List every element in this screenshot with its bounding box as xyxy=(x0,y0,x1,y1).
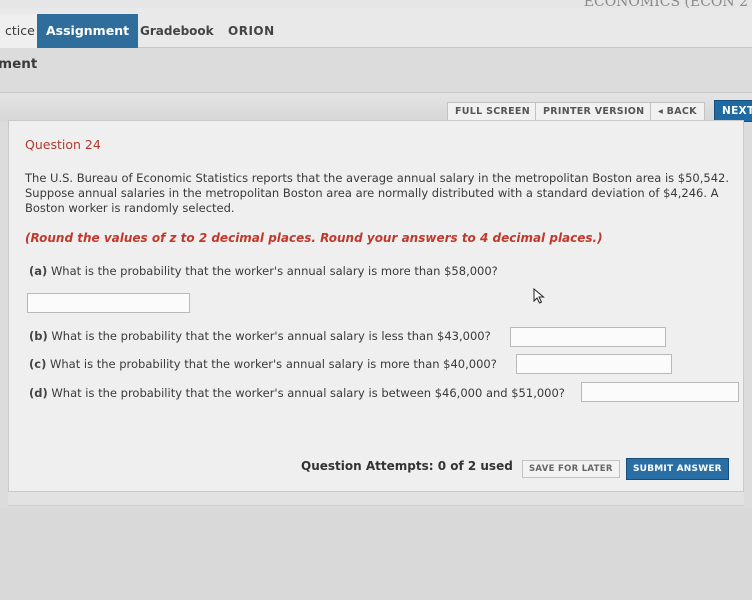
page-bottom xyxy=(0,508,752,600)
part-a-label: (a) xyxy=(29,264,48,278)
full-screen-button[interactable]: FULL SCREEN xyxy=(447,102,538,122)
tab-gradebook[interactable]: Gradebook xyxy=(131,14,223,48)
save-for-later-button[interactable]: SAVE FOR LATER xyxy=(522,460,620,478)
tab-bar: ctice Assignment Gradebook ORION xyxy=(0,8,752,48)
part-a-prompt: (a) What is the probability that the wor… xyxy=(29,264,498,278)
question-title: Question 24 xyxy=(25,137,101,152)
tab-orion[interactable]: ORION xyxy=(219,14,284,48)
part-a-text: What is the probability that the worker'… xyxy=(50,264,498,278)
submit-answer-button[interactable]: SUBMIT ANSWER xyxy=(626,458,729,480)
part-b-text: What is the probability that the worker'… xyxy=(51,329,491,343)
next-button[interactable]: NEXT xyxy=(714,100,752,122)
tab-assignment[interactable]: Assignment xyxy=(37,14,139,48)
question-attempts: Question Attempts: 0 of 2 used xyxy=(301,459,513,473)
question-panel: Question 24 The U.S. Bureau of Economic … xyxy=(8,120,744,492)
printer-version-button[interactable]: PRINTER VERSION xyxy=(535,102,653,122)
mouse-pointer-icon xyxy=(533,288,545,304)
part-d-text: What is the probability that the worker'… xyxy=(51,386,565,400)
part-c-answer-input[interactable] xyxy=(516,354,672,374)
part-d-prompt: (d) What is the probability that the wor… xyxy=(29,386,565,400)
part-d-label: (d) xyxy=(29,386,48,400)
part-d-answer-input[interactable] xyxy=(581,382,739,402)
part-c-text: What is the probability that the worker'… xyxy=(50,357,497,371)
panel-footer-strip xyxy=(8,492,744,506)
section-heading: ment xyxy=(0,56,38,72)
back-button[interactable]: ◂ BACK xyxy=(650,102,705,122)
rounding-instructions: (Round the values of z to 2 decimal plac… xyxy=(25,231,603,245)
question-toolbar: FULL SCREEN PRINTER VERSION ◂ BACK NEXT xyxy=(0,92,752,122)
part-a-answer-input[interactable] xyxy=(27,293,190,313)
part-b-label: (b) xyxy=(29,329,48,343)
part-c-label: (c) xyxy=(29,357,47,371)
part-b-prompt: (b) What is the probability that the wor… xyxy=(29,329,491,343)
part-b-answer-input[interactable] xyxy=(510,327,666,347)
top-band: ECONOMICS (ECON 2 xyxy=(0,0,752,10)
question-text: The U.S. Bureau of Economic Statistics r… xyxy=(25,171,730,215)
part-c-prompt: (c) What is the probability that the wor… xyxy=(29,357,497,371)
